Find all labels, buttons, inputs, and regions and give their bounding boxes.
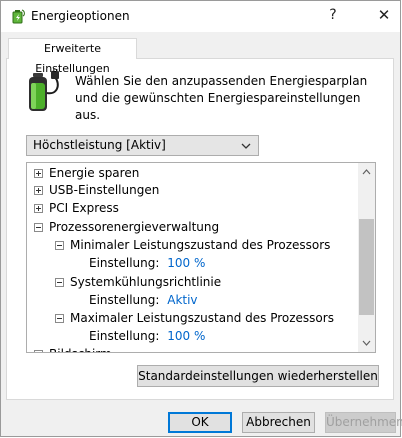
tree-item-label: Bildschirm xyxy=(49,345,112,352)
setting-value-link[interactable]: 100 % xyxy=(167,329,205,343)
tab-advanced-settings[interactable]: Erweiterte Einstellungen xyxy=(8,38,137,75)
title-bar[interactable]: Energieoptionen ? ✕ xyxy=(1,1,400,32)
description-text: Wählen Sie den anzupassenden Energiespar… xyxy=(75,74,368,122)
help-button[interactable]: ? xyxy=(319,1,347,31)
window-title: Energieoptionen xyxy=(31,9,130,23)
minus-box-icon[interactable] xyxy=(55,278,64,287)
power-plan-value: Höchstleistung [Aktiv] xyxy=(33,138,166,152)
setting-value-link[interactable]: 100 % xyxy=(167,256,205,270)
tree-item-label: PCI Express xyxy=(49,201,119,215)
tree-item-label: Systemkühlungsrichtlinie xyxy=(70,275,222,289)
cancel-button[interactable]: Abbrechen xyxy=(242,412,315,433)
ok-button[interactable]: OK xyxy=(168,412,232,433)
apply-button[interactable]: Übernehmen xyxy=(325,412,402,433)
plus-box-icon[interactable] xyxy=(34,186,43,195)
scroll-down-arrow-icon[interactable] xyxy=(362,340,371,346)
setting-value-link[interactable]: Aktiv xyxy=(167,293,197,307)
setting-label: Einstellung: xyxy=(89,293,160,307)
tree-item-label: USB-Einstellungen xyxy=(49,183,160,197)
tree-setting-kuehlung[interactable]: Einstellung: Aktiv xyxy=(89,291,198,309)
tree-item-label: Minimaler Leistungszustand des Prozessor… xyxy=(70,238,331,252)
restore-defaults-button[interactable]: Standardeinstellungen wiederherstellen xyxy=(137,365,379,387)
tree-item-label: Prozessorenergieverwaltung xyxy=(49,220,220,234)
minus-box-icon[interactable] xyxy=(55,314,64,323)
minus-box-icon[interactable] xyxy=(55,241,64,250)
plus-box-icon[interactable] xyxy=(34,204,43,213)
plus-box-icon[interactable] xyxy=(34,169,43,178)
setting-label: Einstellung: xyxy=(89,329,160,343)
tree-setting-min[interactable]: Einstellung: 100 % xyxy=(89,254,205,272)
dialog-window: Energieoptionen ? ✕ Erweiterte Einstellu… xyxy=(0,0,402,437)
chevron-down-icon xyxy=(241,143,251,149)
tree-item-label: Maximaler Leistungszustand des Prozessor… xyxy=(70,311,334,325)
settings-tree[interactable]: Energie sparen USB-Einstellungen PCI Exp… xyxy=(26,162,376,353)
tree-setting-max[interactable]: Einstellung: 100 % xyxy=(89,327,205,345)
tree-item-label: Energie sparen xyxy=(49,166,140,180)
scroll-up-arrow-icon[interactable] xyxy=(362,169,371,175)
plus-box-icon[interactable] xyxy=(34,350,43,353)
minus-box-icon[interactable] xyxy=(34,223,43,232)
tree-scrollbar[interactable] xyxy=(358,163,375,352)
close-button[interactable]: ✕ xyxy=(367,1,401,31)
power-options-icon xyxy=(12,9,25,24)
setting-label: Einstellung: xyxy=(89,256,160,270)
scrollbar-thumb[interactable] xyxy=(359,219,374,315)
power-plan-dropdown[interactable]: Höchstleistung [Aktiv] xyxy=(26,135,259,156)
